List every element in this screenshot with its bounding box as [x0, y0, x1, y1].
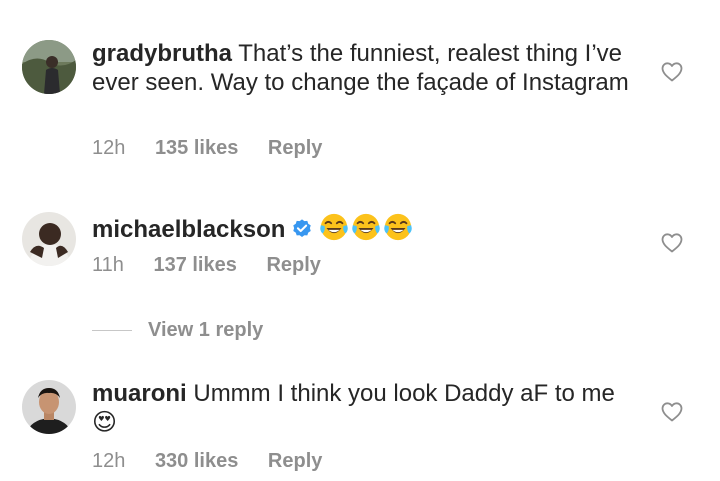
- reply-button[interactable]: Reply: [268, 137, 322, 160]
- likes-count[interactable]: 330 likes: [155, 450, 238, 473]
- comment-meta: 12h 135 likes Reply: [92, 137, 322, 160]
- likes-count[interactable]: 137 likes: [153, 254, 236, 277]
- heart-outline-icon[interactable]: [660, 400, 684, 424]
- timestamp: 12h: [92, 137, 126, 159]
- avatar[interactable]: [22, 40, 76, 94]
- face-with-tears-of-joy-icon: [319, 212, 349, 250]
- face-with-tears-of-joy-icon: [383, 212, 413, 250]
- reply-button[interactable]: Reply: [268, 450, 322, 473]
- comment-text-block: gradybrutha That’s the funniest, realest…: [92, 40, 632, 97]
- view-replies-button[interactable]: View 1 reply: [92, 316, 263, 344]
- verified-badge-icon: [291, 218, 313, 248]
- username[interactable]: gradybrutha: [92, 40, 232, 67]
- avatar-image: [22, 212, 76, 266]
- avatar-image: [22, 40, 76, 94]
- heart-outline-icon[interactable]: [660, 60, 684, 84]
- likes-count[interactable]: 135 likes: [155, 137, 238, 160]
- comment-text-block: muaroni Ummm I think you look Daddy aF t…: [92, 380, 632, 437]
- comment-meta: 11h 137 likes Reply: [92, 254, 321, 277]
- avatar[interactable]: [22, 212, 76, 266]
- avatar[interactable]: [22, 380, 76, 434]
- heart-outline-icon[interactable]: [660, 231, 684, 255]
- username[interactable]: michaelblackson: [92, 216, 285, 243]
- timestamp: 11h: [92, 254, 124, 276]
- comment-text-block: michaelblackson: [92, 212, 632, 250]
- username[interactable]: muaroni: [92, 380, 187, 407]
- timestamp: 12h: [92, 450, 126, 472]
- view-replies-label: View 1 reply: [148, 318, 264, 341]
- avatar-image: [22, 380, 76, 434]
- face-with-tears-of-joy-icon: [351, 212, 381, 250]
- replies-divider: [92, 329, 132, 331]
- reply-button[interactable]: Reply: [266, 254, 320, 277]
- comment-meta: 12h 330 likes Reply: [92, 450, 322, 473]
